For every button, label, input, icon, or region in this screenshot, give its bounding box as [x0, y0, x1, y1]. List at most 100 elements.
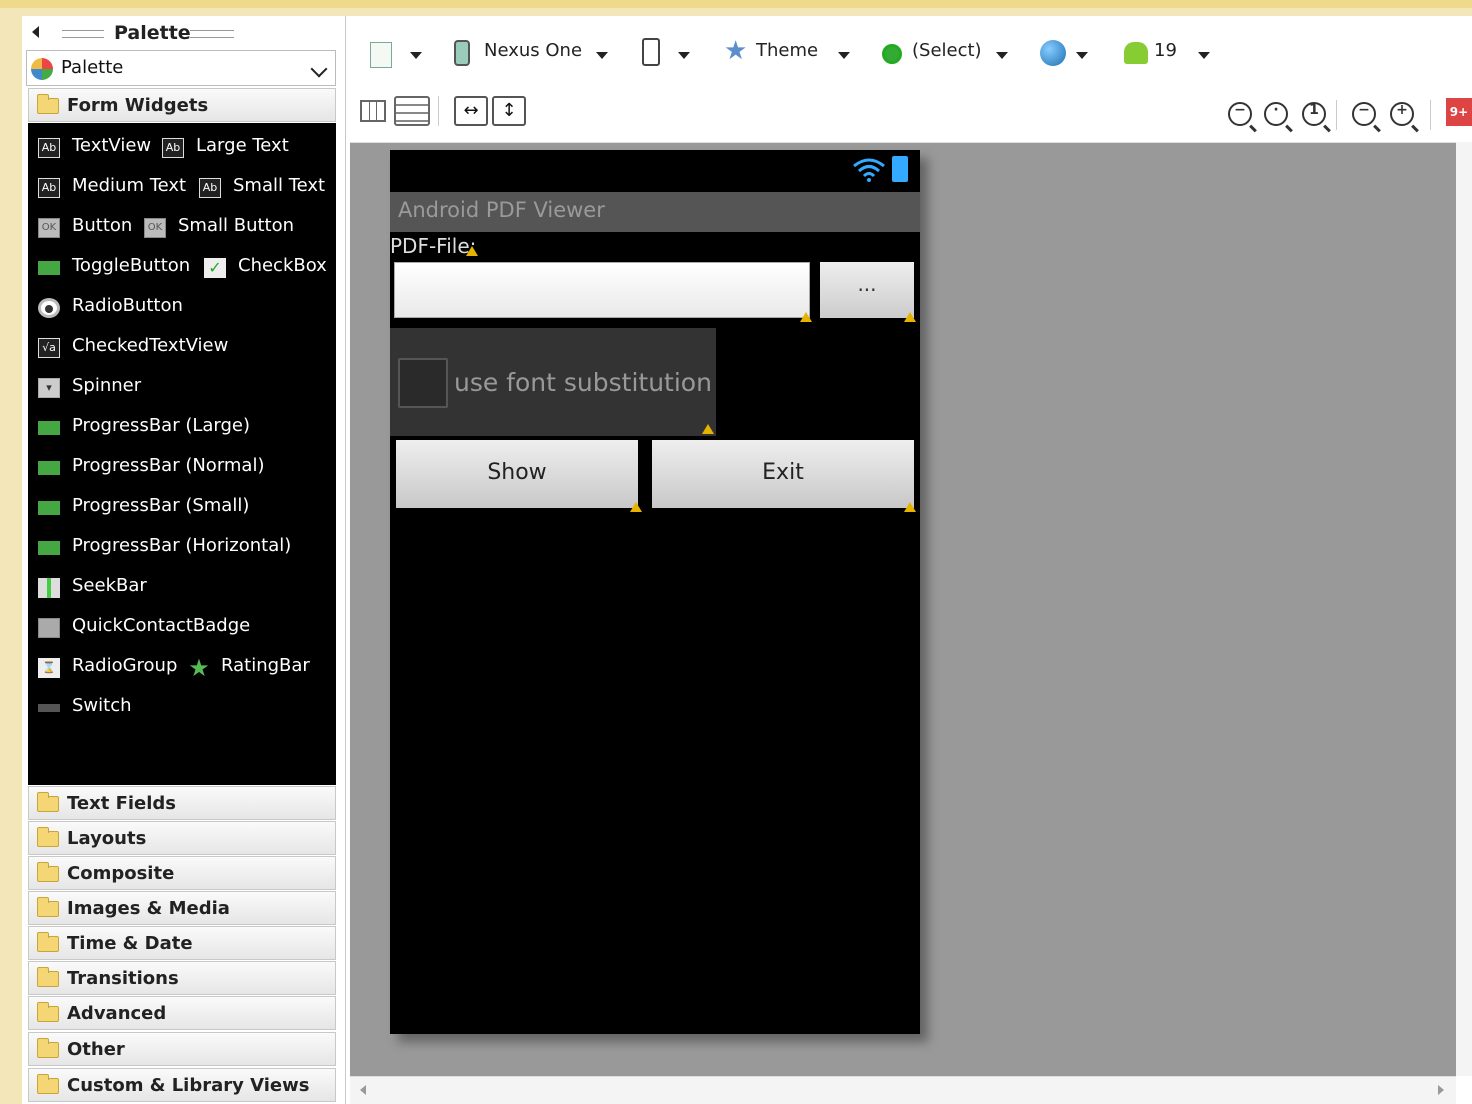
category-advanced[interactable]: Advanced — [28, 996, 336, 1030]
fill-width-icon[interactable]: ↔ — [454, 96, 488, 126]
text-ab-icon: Ab — [38, 178, 60, 198]
rotate-device-icon — [642, 38, 660, 66]
dropdown-arrow-icon — [996, 52, 1008, 59]
progress-icon — [38, 461, 60, 475]
layout-file-icon — [370, 42, 392, 68]
widget-radiogroup[interactable]: ⌛ RadioGroup — [38, 653, 178, 683]
widget-checkedtextview[interactable]: √a CheckedTextView — [38, 333, 318, 363]
widget-quickcontactbadge[interactable]: QuickContactBadge — [38, 613, 318, 643]
star-icon: ★ — [724, 36, 748, 66]
dropdown-arrow-icon — [1198, 52, 1210, 59]
folder-icon — [37, 1074, 59, 1094]
battery-icon — [892, 156, 908, 182]
widget-large-text[interactable]: Ab Large Text — [162, 133, 292, 163]
category-custom-library-views[interactable]: Custom & Library Views — [28, 1068, 336, 1102]
zoom-out-icon[interactable]: − — [1228, 102, 1252, 126]
dropdown-arrow-icon — [678, 52, 690, 59]
widget-label: Large Text — [196, 135, 289, 156]
widget-label: Medium Text — [72, 175, 187, 196]
widget-progressbar-horizontal[interactable]: ProgressBar (Horizontal) — [38, 533, 328, 563]
theme-dropdown[interactable]: ★ Theme — [724, 34, 854, 74]
folder-icon — [37, 897, 59, 917]
progress-icon — [38, 501, 60, 515]
category-layouts[interactable]: Layouts — [28, 821, 336, 855]
widget-textview[interactable]: Ab TextView — [38, 133, 168, 163]
widget-label: ProgressBar (Small) — [72, 495, 250, 516]
widget-label: QuickContactBadge — [72, 615, 251, 636]
locale-dropdown[interactable] — [1040, 34, 1094, 74]
category-time-date[interactable]: Time & Date — [28, 926, 336, 960]
widget-label: Spinner — [72, 375, 142, 396]
layout-config-dropdown[interactable] — [370, 34, 444, 74]
widget-checkbox[interactable]: ✓ CheckBox — [204, 253, 327, 283]
font-substitution-checkbox-row[interactable]: use font substitution — [390, 328, 716, 436]
pdf-file-input[interactable] — [394, 262, 810, 318]
chevron-down-icon — [310, 60, 328, 78]
category-text-fields[interactable]: Text Fields — [28, 786, 336, 820]
checked-text-icon: √a — [38, 338, 60, 358]
widget-radiobutton[interactable]: RadioButton — [38, 293, 318, 323]
show-button[interactable]: Show — [396, 440, 638, 508]
widget-button[interactable]: OK Button — [38, 213, 138, 243]
api-level-dropdown[interactable]: 19 — [1122, 34, 1212, 74]
warning-icon — [702, 424, 714, 434]
check-icon: ✓ — [204, 258, 226, 278]
device-dropdown[interactable]: Nexus One — [452, 34, 612, 74]
text-ab-icon: Ab — [199, 178, 221, 198]
contact-badge-icon — [38, 618, 60, 638]
exit-button[interactable]: Exit — [652, 440, 914, 508]
zoom-decrease-icon[interactable]: − — [1352, 102, 1376, 126]
browse-button[interactable]: ... — [820, 262, 914, 318]
folder-icon — [37, 827, 59, 847]
category-composite[interactable]: Composite — [28, 856, 336, 890]
background-decoration — [0, 0, 12, 60]
palette-title: Palette — [114, 22, 191, 44]
widget-small-text[interactable]: Ab Small Text — [199, 173, 329, 203]
widget-label: RatingBar — [221, 655, 310, 676]
widget-progressbar-small[interactable]: ProgressBar (Small) — [38, 493, 318, 523]
collapse-arrow-icon[interactable] — [32, 26, 39, 38]
activity-icon — [882, 44, 902, 64]
category-form-widgets[interactable]: Form Widgets — [28, 88, 336, 122]
widget-progressbar-large[interactable]: ProgressBar (Large) — [38, 413, 318, 443]
scroll-right-arrow-icon[interactable] — [1438, 1085, 1444, 1095]
widget-ratingbar[interactable]: ★ RatingBar — [188, 653, 328, 683]
category-other[interactable]: Other — [28, 1032, 336, 1066]
zoom-increase-icon[interactable]: + — [1390, 102, 1414, 126]
grip-left-icon[interactable] — [62, 30, 104, 38]
globe-icon — [1040, 40, 1066, 66]
widget-medium-text[interactable]: Ab Medium Text — [38, 173, 198, 203]
activity-dropdown[interactable]: (Select) — [882, 34, 1012, 74]
widget-togglebutton[interactable]: ToggleButton — [38, 253, 198, 283]
widget-small-button[interactable]: OK Small Button — [144, 213, 294, 243]
fill-height-icon[interactable]: ↕ — [492, 96, 526, 126]
category-label: Custom & Library Views — [67, 1075, 310, 1096]
widget-switch[interactable]: Switch — [38, 693, 318, 723]
vertical-scrollbar[interactable] — [1456, 142, 1472, 1076]
widget-progressbar-normal[interactable]: ProgressBar (Normal) — [38, 453, 318, 483]
palette-mode-select[interactable]: Palette — [26, 50, 336, 86]
category-images-media[interactable]: Images & Media — [28, 891, 336, 925]
font-substitution-label: use font substitution — [454, 368, 712, 397]
folder-icon — [37, 932, 59, 952]
dropdown-arrow-icon — [596, 52, 608, 59]
warning-icon — [466, 246, 478, 256]
side-by-side-icon[interactable] — [360, 100, 386, 122]
widget-seekbar[interactable]: SeekBar — [38, 573, 318, 603]
zoom-actual-icon[interactable]: 1 — [1302, 102, 1326, 126]
folder-open-icon — [37, 94, 59, 114]
widget-label: Button — [72, 215, 133, 236]
font-substitution-checkbox[interactable] — [398, 358, 448, 408]
widget-label: ProgressBar (Horizontal) — [72, 535, 292, 556]
grip-right-icon[interactable] — [190, 30, 234, 38]
widget-spinner[interactable]: ▾ Spinner — [38, 373, 318, 403]
orientation-dropdown[interactable] — [642, 34, 696, 74]
layout-lines-icon[interactable] — [394, 96, 430, 126]
category-transitions[interactable]: Transitions — [28, 961, 336, 995]
app-title-bar: Android PDF Viewer — [390, 192, 920, 232]
zoom-fit-icon[interactable]: · — [1264, 102, 1288, 126]
horizontal-scrollbar[interactable] — [350, 1076, 1456, 1104]
notification-badge[interactable]: 9+ — [1446, 98, 1472, 126]
toolbar-separator — [1430, 100, 1431, 130]
scroll-left-arrow-icon[interactable] — [360, 1085, 366, 1095]
